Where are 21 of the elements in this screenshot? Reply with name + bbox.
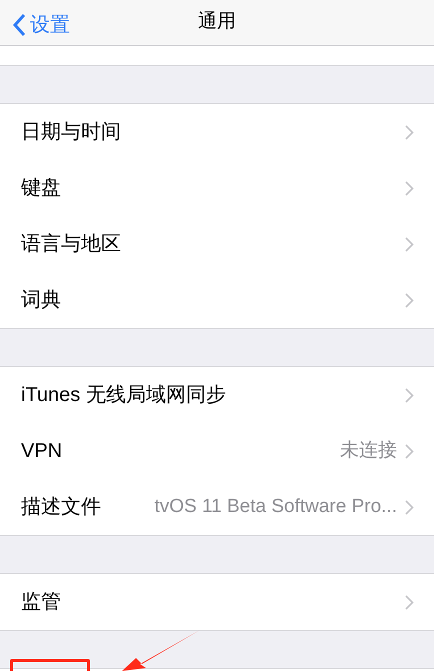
chevron-icon <box>405 388 414 402</box>
row-label: iTunes 无线局域网同步 <box>21 383 226 408</box>
chevron-icon <box>405 444 414 458</box>
chevron-icon <box>405 500 414 514</box>
page-title: 通用 <box>198 10 236 34</box>
row-label: 日期与时间 <box>21 120 121 145</box>
row-value: tvOS 11 Beta Software Pro... <box>154 494 397 519</box>
chevron-icon <box>405 180 414 196</box>
row-label: 描述文件 <box>21 495 101 520</box>
back-chevron-icon <box>12 13 26 37</box>
row-label: 词典 <box>21 288 61 313</box>
chevron-icon <box>405 124 414 140</box>
row-label: 键盘 <box>21 176 61 201</box>
back-button[interactable]: 设置 <box>12 10 70 40</box>
chevron-icon <box>405 594 414 610</box>
row-label: 语言与地区 <box>21 232 121 257</box>
row-value: 未连接 <box>340 438 397 463</box>
chevron-icon <box>405 236 414 252</box>
chevron-icon <box>405 292 414 308</box>
row-label: 监管 <box>21 590 61 615</box>
row-label: VPN <box>21 439 62 464</box>
